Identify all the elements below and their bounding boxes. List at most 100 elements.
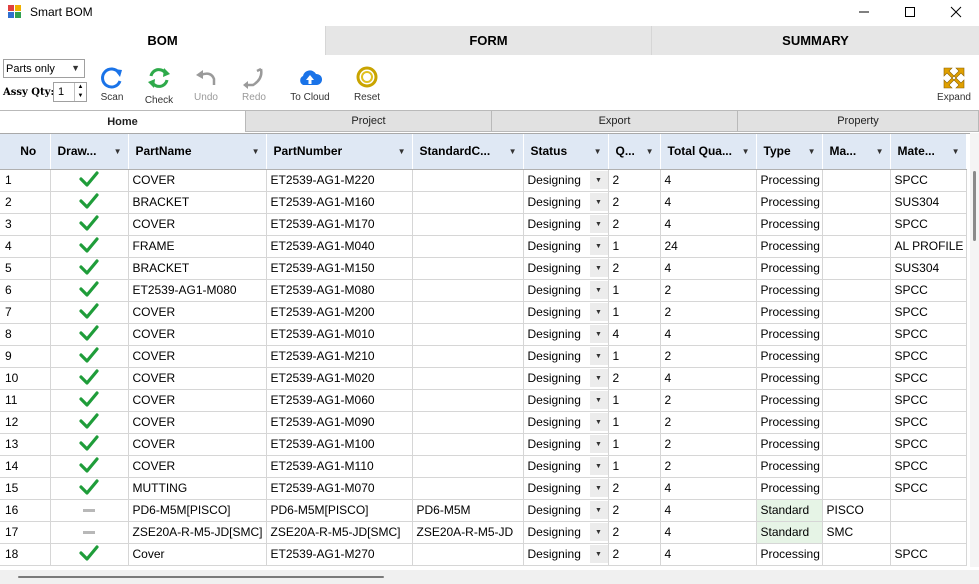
material-cell[interactable] — [890, 521, 967, 544]
tab-home[interactable]: Home — [0, 110, 246, 132]
table-row[interactable]: 13 COVER ET2539-AG1-M100 Designing ▼ 1 2 Proces… — [0, 433, 967, 456]
filter-dropdown-icon[interactable]: ▼ — [114, 147, 122, 156]
row-number-cell[interactable]: 12 — [0, 411, 51, 434]
drawn-status-cell[interactable] — [50, 521, 129, 544]
standard-code-cell[interactable] — [412, 367, 524, 390]
chevron-down-icon[interactable]: ▼ — [589, 391, 607, 409]
table-row[interactable]: 15 MUTTING ET2539-AG1-M070 Designing ▼ 2 4 Proc… — [0, 477, 967, 500]
quantity-cell[interactable]: 1 — [608, 301, 661, 324]
standard-code-cell[interactable] — [412, 257, 524, 280]
part-name-cell[interactable]: COVER — [128, 345, 267, 368]
drawn-status-cell[interactable] — [50, 389, 129, 412]
spin-up-icon[interactable]: ▲ — [75, 83, 86, 92]
quantity-cell[interactable]: 4 — [608, 323, 661, 346]
material-cell[interactable]: SPCC — [890, 389, 967, 412]
total-quantity-cell[interactable]: 4 — [660, 477, 757, 500]
drawn-status-cell[interactable] — [50, 257, 129, 280]
row-number-cell[interactable]: 5 — [0, 257, 51, 280]
table-row[interactable]: 11 COVER ET2539-AG1-M060 Designing ▼ 1 2 Proces… — [0, 389, 967, 412]
type-cell[interactable]: Processing — [756, 213, 823, 236]
quantity-cell[interactable]: 2 — [608, 191, 661, 214]
standard-code-cell[interactable] — [412, 389, 524, 412]
quantity-cell[interactable]: 1 — [608, 411, 661, 434]
reset-button[interactable]: Reset — [345, 65, 389, 103]
material-cell[interactable]: SPCC — [890, 169, 967, 192]
row-number-cell[interactable]: 16 — [0, 499, 51, 522]
quantity-cell[interactable]: 1 — [608, 455, 661, 478]
part-number-cell[interactable]: ET2539-AG1-M110 — [266, 455, 413, 478]
status-cell[interactable]: Designing ▼ — [523, 169, 609, 192]
drawn-status-cell[interactable] — [50, 279, 129, 302]
part-number-cell[interactable]: ZSE20A-R-M5-JD[SMC] — [266, 521, 413, 544]
chevron-down-icon[interactable]: ▼ — [589, 215, 607, 233]
row-number-cell[interactable]: 10 — [0, 367, 51, 390]
part-number-cell[interactable]: ET2539-AG1-M020 — [266, 367, 413, 390]
drawn-status-cell[interactable] — [50, 499, 129, 522]
part-number-cell[interactable]: ET2539-AG1-M090 — [266, 411, 413, 434]
total-quantity-cell[interactable]: 2 — [660, 389, 757, 412]
type-cell[interactable]: Processing — [756, 389, 823, 412]
drawn-status-cell[interactable] — [50, 323, 129, 346]
part-name-cell[interactable]: COVER — [128, 433, 267, 456]
material-cell[interactable]: SPCC — [890, 367, 967, 390]
type-cell[interactable]: Processing — [756, 323, 823, 346]
part-number-cell[interactable]: PD6-M5M[PISCO] — [266, 499, 413, 522]
material-cell[interactable]: SPCC — [890, 323, 967, 346]
standard-code-cell[interactable] — [412, 543, 524, 566]
part-number-cell[interactable]: ET2539-AG1-M200 — [266, 301, 413, 324]
maker-cell[interactable] — [822, 279, 891, 302]
column-header[interactable]: Type ▼ — [756, 134, 823, 170]
material-cell[interactable] — [890, 499, 967, 522]
row-number-cell[interactable]: 2 — [0, 191, 51, 214]
table-row[interactable]: 12 COVER ET2539-AG1-M090 Designing ▼ 1 2 Proces… — [0, 411, 967, 434]
column-header[interactable]: No — [0, 134, 51, 170]
tab-bom[interactable]: BOM — [0, 26, 326, 55]
status-cell[interactable]: Designing ▼ — [523, 543, 609, 566]
total-quantity-cell[interactable]: 4 — [660, 191, 757, 214]
filter-dropdown-icon[interactable]: ▼ — [808, 147, 816, 156]
table-row[interactable]: 17 ZSE20A-R-M5-JD[SMC] ZSE20A-R-M5-JD[SMC]… — [0, 521, 967, 544]
part-number-cell[interactable]: ET2539-AG1-M060 — [266, 389, 413, 412]
quantity-cell[interactable]: 2 — [608, 213, 661, 236]
quantity-cell[interactable]: 1 — [608, 345, 661, 368]
maker-cell[interactable] — [822, 477, 891, 500]
material-cell[interactable]: SUS304 — [890, 191, 967, 214]
part-name-cell[interactable]: COVER — [128, 367, 267, 390]
maker-cell[interactable] — [822, 433, 891, 456]
material-cell[interactable]: SPCC — [890, 411, 967, 434]
row-number-cell[interactable]: 7 — [0, 301, 51, 324]
table-row[interactable]: 3 COVER ET2539-AG1-M170 Designing ▼ 2 4 Process… — [0, 213, 967, 236]
filter-dropdown-icon[interactable]: ▼ — [952, 147, 960, 156]
filter-dropdown-icon[interactable]: ▼ — [398, 147, 406, 156]
part-number-cell[interactable]: ET2539-AG1-M210 — [266, 345, 413, 368]
maker-cell[interactable] — [822, 455, 891, 478]
table-row[interactable]: 7 COVER ET2539-AG1-M200 Designing ▼ 1 2 Process… — [0, 301, 967, 324]
material-cell[interactable]: SPCC — [890, 455, 967, 478]
quantity-cell[interactable]: 2 — [608, 257, 661, 280]
status-cell[interactable]: Designing ▼ — [523, 191, 609, 214]
part-name-cell[interactable]: ZSE20A-R-M5-JD[SMC] — [128, 521, 267, 544]
table-row[interactable]: 9 COVER ET2539-AG1-M210 Designing ▼ 1 2 Process… — [0, 345, 967, 368]
chevron-down-icon[interactable]: ▼ — [589, 325, 607, 343]
part-number-cell[interactable]: ET2539-AG1-M100 — [266, 433, 413, 456]
part-number-cell[interactable]: ET2539-AG1-M010 — [266, 323, 413, 346]
status-cell[interactable]: Designing ▼ — [523, 389, 609, 412]
maker-cell[interactable] — [822, 345, 891, 368]
check-button[interactable]: Check — [137, 65, 181, 106]
maker-cell[interactable] — [822, 411, 891, 434]
total-quantity-cell[interactable]: 4 — [660, 367, 757, 390]
part-number-cell[interactable]: ET2539-AG1-M160 — [266, 191, 413, 214]
maker-cell[interactable]: SMC — [822, 521, 891, 544]
part-name-cell[interactable]: PD6-M5M[PISCO] — [128, 499, 267, 522]
filter-dropdown-icon[interactable]: ▼ — [252, 147, 260, 156]
quantity-cell[interactable]: 2 — [608, 367, 661, 390]
part-name-cell[interactable]: Cover — [128, 543, 267, 566]
table-row[interactable]: 10 COVER ET2539-AG1-M020 Designing ▼ 2 4 Proces… — [0, 367, 967, 390]
status-cell[interactable]: Designing ▼ — [523, 301, 609, 324]
chevron-down-icon[interactable]: ▼ — [589, 193, 607, 211]
maker-cell[interactable]: PISCO — [822, 499, 891, 522]
tab-property[interactable]: Property — [738, 110, 979, 132]
maker-cell[interactable] — [822, 389, 891, 412]
status-cell[interactable]: Designing ▼ — [523, 455, 609, 478]
drawn-status-cell[interactable] — [50, 345, 129, 368]
